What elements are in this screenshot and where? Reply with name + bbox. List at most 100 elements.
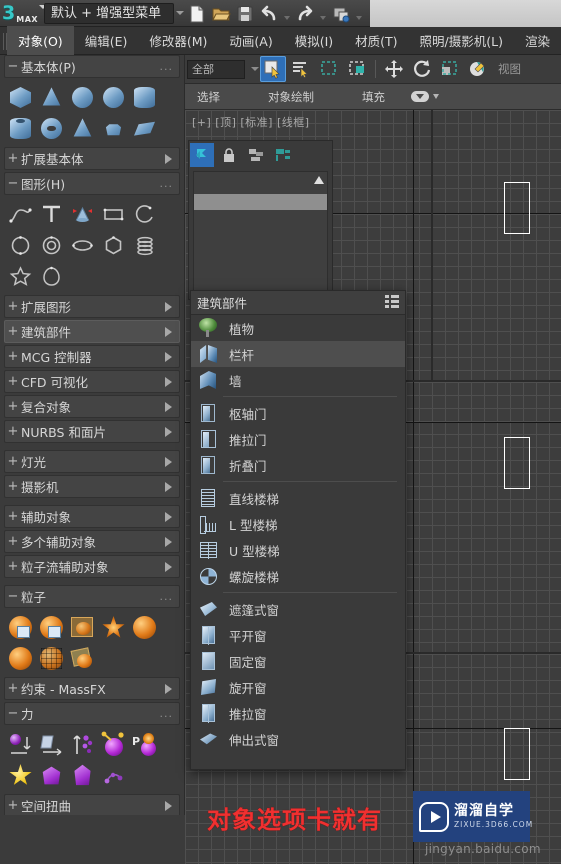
rollout-particles[interactable]: − 粒子 ...: [4, 585, 180, 608]
vortex-icon[interactable]: [68, 761, 97, 790]
rollout-expand-icon-cfd[interactable]: +: [5, 374, 21, 389]
rollout-forces[interactable]: − 力 ...: [4, 702, 180, 725]
rollout-extended-shapes[interactable]: + 扩展图形: [4, 295, 180, 318]
list-item-plant[interactable]: 植物: [191, 315, 405, 341]
helix-icon[interactable]: [130, 231, 159, 260]
modifier-list-selected-row[interactable]: [194, 194, 327, 210]
chevron-right-icon-cameras[interactable]: [165, 481, 172, 492]
list-item-projected-window[interactable]: 伸出式窗: [191, 726, 405, 752]
select-by-name-button[interactable]: [288, 56, 314, 82]
chevron-right-icon-cfd[interactable]: [165, 376, 172, 387]
rollout-collapse-icon-forces[interactable]: −: [5, 706, 21, 721]
blizzard-icon[interactable]: [130, 613, 159, 642]
list-item-wall[interactable]: 墙: [191, 367, 405, 393]
chevron-right-icon-lights[interactable]: [165, 456, 172, 467]
drag-icon[interactable]: [99, 761, 128, 790]
save-file-icon[interactable]: [234, 3, 256, 25]
make-unique-icon[interactable]: [271, 143, 295, 167]
select-and-scale-button[interactable]: [437, 56, 463, 82]
star-icon[interactable]: [6, 262, 35, 291]
list-item-casement-window[interactable]: 平开窗: [191, 622, 405, 648]
rollout-expand-icon-nurbs[interactable]: +: [5, 424, 21, 439]
torus-icon[interactable]: [37, 114, 66, 143]
rollout-particles-menu-icon[interactable]: ...: [160, 590, 180, 603]
scroll-up-icon[interactable]: [314, 176, 324, 184]
helper-cone-icon[interactable]: [68, 200, 97, 229]
rollout-expand-icon-compound[interactable]: +: [5, 399, 21, 414]
max-logo[interactable]: 3 MAX: [2, 1, 48, 26]
project-folder-icon[interactable]: [330, 3, 352, 25]
rollout-shapes-menu-icon[interactable]: ...: [160, 177, 180, 190]
tube-icon[interactable]: [6, 114, 35, 143]
selected-object-outline[interactable]: [504, 182, 530, 234]
list-item-folding-door[interactable]: 折叠门: [191, 452, 405, 478]
menu-item-object[interactable]: 对象(O): [7, 25, 74, 56]
chevron-right-icon-spacewarps[interactable]: [165, 800, 172, 811]
list-item-straight-stair[interactable]: 直线楼梯: [191, 485, 405, 511]
rollout-expand-icon-multihelpers[interactable]: +: [5, 534, 21, 549]
wind-icon[interactable]: [37, 730, 66, 759]
rollout-aec-extended[interactable]: + 建筑部件: [4, 320, 180, 343]
geosphere-icon[interactable]: [99, 83, 128, 112]
rollout-collapse-icon-particles[interactable]: −: [5, 589, 21, 604]
displace-icon[interactable]: [6, 761, 35, 790]
line-icon[interactable]: [6, 200, 35, 229]
box-icon[interactable]: [6, 83, 35, 112]
list-item-railing[interactable]: 栏杆: [191, 341, 405, 367]
pf-source-icon[interactable]: [6, 613, 35, 642]
modifier-list[interactable]: [193, 171, 328, 293]
pbomb-icon[interactable]: P: [130, 730, 159, 759]
select-and-place-button[interactable]: [465, 56, 491, 82]
window-crossing-button[interactable]: [344, 56, 370, 82]
rollout-space-warps[interactable]: + 空间扭曲: [4, 794, 180, 815]
rollout-expand-icon-cameras[interactable]: +: [5, 479, 21, 494]
text-icon[interactable]: [37, 200, 66, 229]
rollout-expand-icon-helpers[interactable]: +: [5, 509, 21, 524]
arc-icon[interactable]: [130, 200, 159, 229]
circle-icon[interactable]: [6, 231, 35, 260]
rollout-expand-icon-lights[interactable]: +: [5, 454, 21, 469]
rect-selection-region-button[interactable]: [316, 56, 342, 82]
menu-item-animation[interactable]: 动画(A): [218, 26, 283, 56]
menu-item-edit[interactable]: 编辑(E): [74, 26, 139, 56]
pin-stack-icon[interactable]: [190, 143, 214, 167]
pcloud-icon[interactable]: [37, 644, 66, 673]
donut-icon[interactable]: [37, 231, 66, 260]
chevron-right-icon-pfhelpers[interactable]: [165, 561, 172, 572]
list-item-awning-window[interactable]: 遮篷式窗: [191, 596, 405, 622]
path-follow-icon[interactable]: [37, 761, 66, 790]
parray-icon[interactable]: [6, 644, 35, 673]
chevron-right-icon-extshapes[interactable]: [165, 301, 172, 312]
workspace-selector[interactable]: 默认 + 增强型菜单: [44, 3, 174, 24]
motor-icon[interactable]: [99, 730, 128, 759]
menu-item-material[interactable]: 材质(T): [344, 26, 408, 56]
menu-grip-handle[interactable]: [1, 31, 8, 51]
rollout-mcg-controllers[interactable]: + MCG 控制器: [4, 345, 180, 368]
list-item-sliding-door[interactable]: 推拉门: [191, 426, 405, 452]
rollout-expand-icon-spacewarps[interactable]: +: [5, 798, 21, 813]
cone-icon[interactable]: [37, 83, 66, 112]
select-and-rotate-button[interactable]: [409, 56, 435, 82]
redo-dropdown-icon[interactable]: [320, 16, 326, 20]
chevron-right-icon-multihelpers[interactable]: [165, 536, 172, 547]
list-item-pivot-door[interactable]: 枢轴门: [191, 400, 405, 426]
rollout-nurbs-patches[interactable]: + NURBS 和面片: [4, 420, 180, 443]
menu-item-simulation[interactable]: 模拟(I): [284, 26, 344, 56]
chevron-right-icon-nurbs[interactable]: [165, 426, 172, 437]
rollout-particle-flow-helpers[interactable]: + 粒子流辅助对象: [4, 555, 180, 578]
rollout-extended-primitives[interactable]: + 扩展基本体: [4, 147, 180, 170]
list-options-icon[interactable]: [385, 293, 399, 312]
list-item-fixed-window[interactable]: 固定窗: [191, 648, 405, 674]
gravity-icon[interactable]: [6, 730, 35, 759]
rollout-expand-icon-aec[interactable]: +: [5, 324, 21, 339]
pf-source-list-icon[interactable]: [37, 613, 66, 642]
selection-filter-dropdown[interactable]: 全部: [187, 59, 245, 79]
selected-object-outline-front[interactable]: [504, 437, 530, 489]
rollout-constraints-massfx[interactable]: + 约束 - MassFX: [4, 677, 180, 700]
cylinder-icon[interactable]: [130, 83, 159, 112]
list-item-sliding-window[interactable]: 推拉窗: [191, 700, 405, 726]
chevron-right-icon-compound[interactable]: [165, 401, 172, 412]
rollout-primitives-menu-icon[interactable]: ...: [160, 60, 180, 73]
rollout-lights[interactable]: + 灯光: [4, 450, 180, 473]
undo-icon[interactable]: [258, 3, 280, 25]
